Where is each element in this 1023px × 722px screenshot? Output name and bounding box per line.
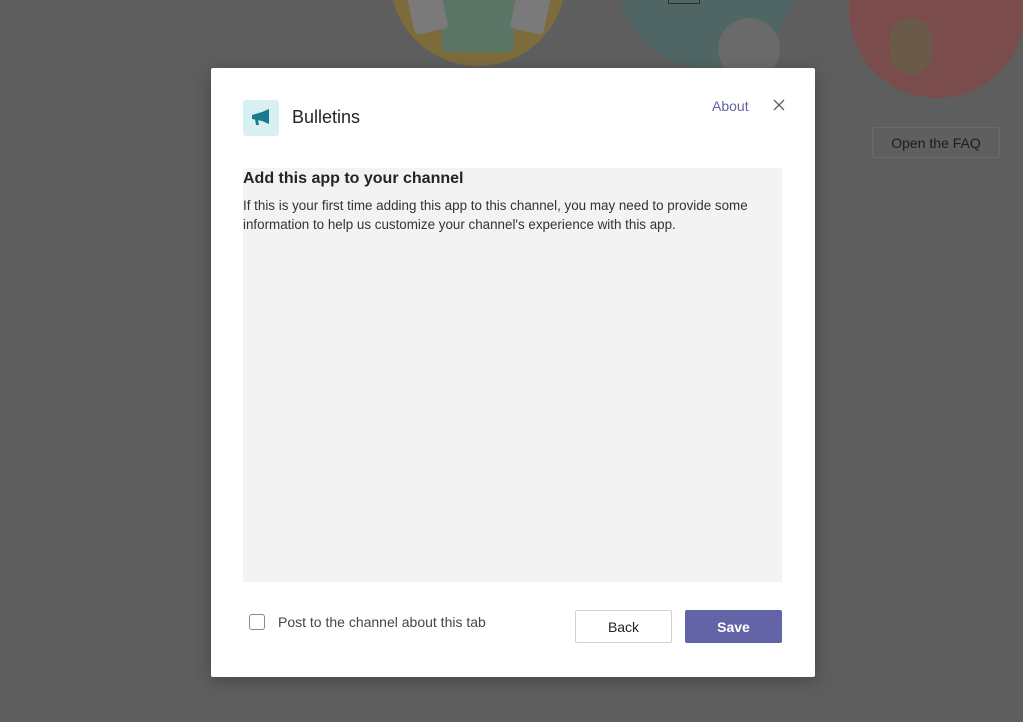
post-to-channel-option[interactable]: Post to the channel about this tab	[249, 614, 486, 630]
illustration-face	[889, 18, 933, 74]
illustration-card	[442, 0, 514, 52]
background-illustration-people	[390, 0, 566, 66]
content-description: If this is your first time adding this a…	[243, 198, 748, 232]
open-faq-button[interactable]: Open the FAQ	[872, 127, 1000, 158]
content-heading: Add this app to your channel	[243, 170, 464, 187]
save-button[interactable]: Save	[685, 610, 782, 643]
close-icon[interactable]	[771, 97, 787, 113]
post-to-channel-label: Post to the channel about this tab	[278, 614, 486, 630]
back-button[interactable]: Back	[575, 610, 672, 643]
background-illustration-board	[618, 0, 796, 80]
illustration-frame	[668, 0, 700, 4]
illustration-card	[509, 0, 553, 36]
megaphone-icon	[243, 100, 279, 136]
configuration-content: Add this app to your channel If this is …	[243, 168, 782, 582]
add-app-dialog: Bulletins About Add this app to your cha…	[211, 68, 815, 677]
post-to-channel-checkbox[interactable]	[249, 614, 265, 630]
about-link[interactable]: About	[712, 98, 749, 114]
background-illustration-thinking-person	[849, 0, 1023, 98]
dialog-title: Bulletins	[292, 107, 361, 127]
